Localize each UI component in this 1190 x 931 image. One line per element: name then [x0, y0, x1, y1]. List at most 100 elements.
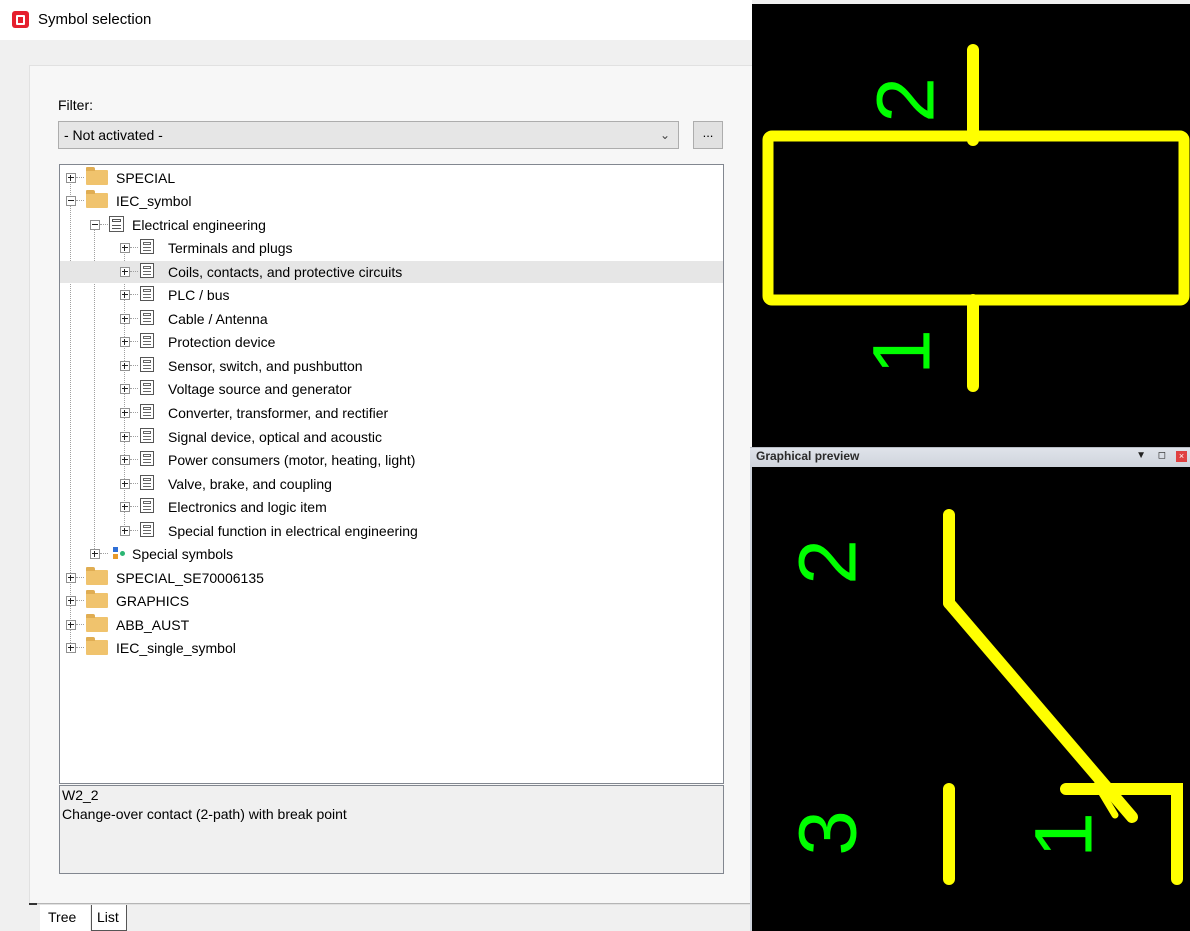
coil-symbol-drawing: 2 1	[762, 44, 1190, 392]
tree-node-category[interactable]: Electronics and logic item	[60, 496, 723, 518]
expand-icon[interactable]	[66, 643, 76, 653]
special-symbols-icon	[113, 547, 127, 561]
tree-node-category[interactable]: Special function in electrical engineeri…	[60, 520, 723, 542]
tree-connector	[76, 624, 84, 625]
filter-dropdown[interactable]: - Not activated - ⌄	[58, 121, 679, 149]
tree-node-label: Signal device, optical and acoustic	[168, 429, 383, 445]
tree-node-special[interactable]: SPECIAL	[60, 167, 723, 189]
folder-icon	[86, 590, 108, 608]
tree-connector	[130, 388, 138, 389]
tree-connector	[130, 483, 138, 484]
tree-node-electrical-engineering[interactable]: Electrical engineering	[60, 214, 723, 236]
expand-icon[interactable]	[66, 573, 76, 583]
expand-icon[interactable]	[120, 526, 130, 536]
symbol-tree[interactable]: SPECIAL IEC_symbol Electrical engineerin…	[59, 164, 724, 784]
symbol-preview-top: 2 1	[752, 0, 1190, 447]
folder-icon	[86, 190, 108, 208]
expand-icon[interactable]	[120, 361, 130, 371]
pin-label-2: 2	[861, 77, 952, 123]
tree-node-category[interactable]: Converter, transformer, and rectifier	[60, 402, 723, 424]
expand-icon[interactable]	[120, 502, 130, 512]
tree-node-iec-symbol[interactable]: IEC_symbol	[60, 190, 723, 212]
expand-icon[interactable]	[120, 243, 130, 253]
symbol-code: W2_2	[62, 787, 99, 803]
tree-connector	[130, 436, 138, 437]
tree-node-category[interactable]: Terminals and plugs	[60, 237, 723, 259]
pin-label-3: 3	[783, 810, 874, 856]
category-icon	[140, 428, 154, 443]
expand-icon[interactable]	[120, 479, 130, 489]
expand-icon[interactable]	[120, 408, 130, 418]
expand-icon[interactable]	[120, 384, 130, 394]
filter-more-button[interactable]: ...	[693, 121, 723, 149]
window-title: Symbol selection	[38, 11, 152, 28]
expand-icon[interactable]	[120, 455, 130, 465]
pin-label-1: 1	[1019, 812, 1110, 858]
tree-connector	[130, 271, 138, 272]
graphical-preview-header: Graphical preview ▼ ◻ ×	[750, 447, 1190, 467]
tree-connector	[130, 506, 138, 507]
tree-node-special-se[interactable]: SPECIAL_SE70006135	[60, 567, 723, 589]
category-icon	[140, 404, 154, 419]
chevron-down-icon[interactable]: ⌄	[660, 128, 670, 142]
collapse-icon[interactable]	[90, 220, 100, 230]
tree-node-category[interactable]: Cable / Antenna	[60, 308, 723, 330]
expand-icon[interactable]	[66, 173, 76, 183]
tree-node-label: SPECIAL	[116, 170, 176, 186]
tree-connector	[130, 365, 138, 366]
tree-node-label: Converter, transformer, and rectifier	[168, 405, 389, 421]
filter-value: - Not activated -	[64, 127, 163, 143]
tree-node-category[interactable]: Power consumers (motor, heating, light)	[60, 449, 723, 471]
expand-icon[interactable]	[66, 620, 76, 630]
category-icon	[140, 263, 154, 278]
group-icon	[109, 216, 124, 232]
tree-connector	[130, 530, 138, 531]
tree-node-category[interactable]: Voltage source and generator	[60, 378, 723, 400]
tree-node-iec-single-symbol[interactable]: IEC_single_symbol	[60, 637, 723, 659]
tree-connector	[130, 341, 138, 342]
tab-list[interactable]: List	[91, 905, 127, 931]
tree-connector	[100, 224, 108, 225]
expand-icon[interactable]	[90, 549, 100, 559]
tree-node-category[interactable]: PLC / bus	[60, 284, 723, 306]
tree-connector	[100, 553, 108, 554]
tree-node-abb-aust[interactable]: ABB_AUST	[60, 614, 723, 636]
tree-connector	[130, 247, 138, 248]
tree-node-category[interactable]: Valve, brake, and coupling	[60, 473, 723, 495]
expand-icon[interactable]	[120, 314, 130, 324]
tree-node-label: Electrical engineering	[132, 217, 266, 233]
folder-icon	[86, 567, 108, 585]
dropdown-icon[interactable]: ▼	[1136, 450, 1146, 461]
tree-node-label: Sensor, switch, and pushbutton	[168, 358, 363, 374]
tree-node-special-symbols[interactable]: Special symbols	[60, 543, 723, 565]
expand-icon[interactable]	[120, 432, 130, 442]
tree-node-category[interactable]: Sensor, switch, and pushbutton	[60, 355, 723, 377]
close-icon[interactable]: ×	[1176, 451, 1187, 462]
tab-strip	[29, 903, 752, 904]
tree-node-label: Coils, contacts, and protective circuits	[168, 264, 403, 280]
symbol-description-text: Change-over contact (2-path) with break …	[62, 806, 347, 822]
tab-tree[interactable]: Tree	[40, 905, 90, 931]
expand-icon[interactable]	[120, 337, 130, 347]
folder-icon	[86, 614, 108, 632]
tree-node-category[interactable]: Signal device, optical and acoustic	[60, 426, 723, 448]
tree-node-graphics[interactable]: GRAPHICS	[60, 590, 723, 612]
expand-icon[interactable]	[120, 290, 130, 300]
tree-node-label: IEC_symbol	[116, 193, 192, 209]
pin-icon[interactable]: ◻	[1158, 450, 1166, 461]
expand-icon[interactable]	[120, 267, 130, 277]
coil-body	[762, 130, 1190, 306]
tree-node-category[interactable]: Protection device	[60, 331, 723, 353]
tab-strip-mark	[29, 903, 37, 905]
tree-node-label: Terminals and plugs	[168, 240, 293, 256]
category-icon	[140, 286, 154, 301]
collapse-icon[interactable]	[66, 196, 76, 206]
change-over-contact-drawing: 2 3 1	[783, 509, 1183, 885]
expand-icon[interactable]	[66, 596, 76, 606]
tree-connector	[76, 177, 84, 178]
tree-connector	[76, 647, 84, 648]
category-icon	[140, 310, 154, 325]
tree-node-category-selected[interactable]: Coils, contacts, and protective circuits	[60, 261, 723, 283]
tree-node-label: Special symbols	[132, 546, 234, 562]
category-icon	[140, 522, 154, 537]
